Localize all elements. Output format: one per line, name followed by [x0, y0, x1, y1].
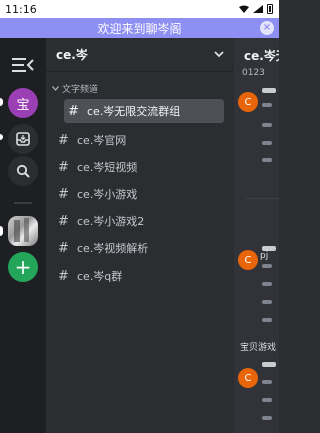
channel-label: ce.岑无限交流群组 — [87, 105, 181, 118]
channel-item-short-video[interactable]: # ce.岑短视频 — [54, 155, 226, 179]
banner-close-button[interactable]: × — [260, 21, 274, 35]
channel-category[interactable]: 文字频道 — [52, 82, 98, 95]
channel-item-video-parse[interactable]: # ce.岑视频解析 — [54, 236, 226, 260]
channel-item-general[interactable]: # ce.岑无限交流群组 — [64, 99, 224, 123]
message-avatar[interactable]: C — [238, 250, 258, 270]
message-line — [262, 380, 272, 384]
hash-icon: # — [58, 240, 69, 256]
channel-item-minigame-2[interactable]: # ce.岑小游戏2 — [54, 209, 226, 233]
wifi-icon — [239, 5, 249, 13]
server-name: ce.岑 — [56, 48, 88, 62]
chat-label-baobei: 宝贝游戏 — [240, 343, 277, 353]
hash-icon: # — [58, 213, 69, 229]
server-icon-image[interactable] — [8, 216, 38, 246]
message-line — [262, 141, 272, 145]
message-line — [262, 300, 272, 304]
message-line — [262, 318, 272, 322]
chat-panel-peek[interactable]: ce.岑无 0123 C pj C 宝贝游戏 C — [234, 38, 279, 433]
battery-icon — [267, 4, 273, 14]
message-avatar[interactable]: C — [238, 368, 258, 388]
chat-snippet: 0123 — [242, 68, 265, 78]
add-server-button[interactable]: + — [8, 252, 38, 282]
status-icons — [239, 4, 273, 14]
channel-item-minigame[interactable]: # ce.岑小游戏 — [54, 182, 226, 206]
app-root: 11:16 欢迎来到聊岑阁 × 宝 + ce.岑 文字频道 # ce.岑无限交流… — [0, 0, 279, 433]
selected-server-pill — [0, 226, 3, 236]
unread-pill — [0, 134, 3, 140]
search-button[interactable] — [8, 156, 38, 186]
welcome-banner: 欢迎来到聊岑阁 × — [0, 18, 279, 38]
channel-label: ce.岑短视频 — [77, 161, 138, 174]
collapse-menu-button[interactable] — [8, 50, 38, 80]
status-bar: 11:16 — [0, 0, 279, 18]
hash-icon: # — [58, 186, 69, 202]
hash-icon: # — [68, 103, 79, 119]
menu-collapse-icon — [12, 58, 34, 72]
inbox-button[interactable] — [8, 124, 38, 154]
server-rail: 宝 + — [0, 38, 46, 433]
inbox-icon — [16, 132, 30, 146]
message-author-bar — [262, 88, 276, 93]
message-line — [262, 103, 272, 107]
chat-label-pj: pj — [260, 251, 269, 261]
search-icon — [16, 164, 30, 178]
banner-text: 欢迎来到聊岑阁 — [97, 21, 182, 36]
message-avatar[interactable]: C — [238, 92, 258, 112]
message-line — [262, 123, 272, 127]
channel-label: ce.岑官网 — [77, 134, 127, 147]
channel-item-website[interactable]: # ce.岑官网 — [54, 128, 226, 152]
message-line — [262, 264, 272, 268]
user-avatar[interactable]: 宝 — [8, 88, 38, 118]
category-chevron-icon — [52, 86, 59, 91]
message-line — [262, 416, 272, 420]
channel-panel: ce.岑 文字频道 # ce.岑无限交流群组 # ce.岑官网 # ce.岑短视… — [46, 38, 234, 433]
channel-label: ce.岑q群 — [77, 270, 123, 283]
channel-label: ce.岑小游戏 — [77, 188, 138, 201]
message-author-bar — [262, 362, 276, 367]
channel-label: ce.岑小游戏2 — [77, 215, 145, 228]
hash-icon: # — [58, 268, 69, 284]
channel-item-qq-group[interactable]: # ce.岑q群 — [54, 264, 226, 288]
active-server-pill — [0, 98, 3, 106]
chevron-down-icon — [214, 51, 224, 58]
message-separator — [246, 198, 279, 199]
signal-icon — [253, 5, 263, 13]
category-label: 文字频道 — [62, 85, 99, 95]
server-header[interactable]: ce.岑 — [46, 38, 234, 72]
message-author-bar — [262, 246, 276, 251]
rail-divider — [14, 202, 32, 204]
message-line — [262, 398, 272, 402]
hash-icon: # — [58, 159, 69, 175]
channel-label: ce.岑视频解析 — [77, 242, 149, 255]
message-line — [262, 158, 272, 162]
chat-title: ce.岑无 — [244, 48, 279, 63]
message-line — [262, 282, 272, 286]
hash-icon: # — [58, 132, 69, 148]
status-time: 11:16 — [5, 2, 37, 16]
